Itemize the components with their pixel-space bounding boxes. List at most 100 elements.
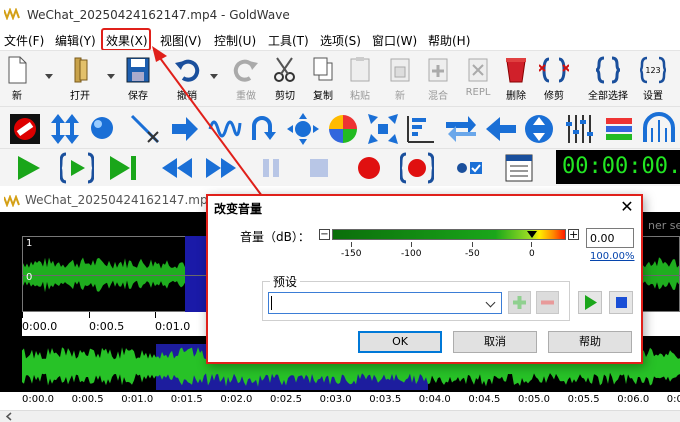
y-label-top: 1 bbox=[26, 238, 33, 249]
undo-dropdown-icon[interactable] bbox=[210, 74, 218, 79]
copy-icon bbox=[313, 57, 333, 81]
overview-ruler-label: 0:04.5 bbox=[468, 394, 501, 405]
doppler-button[interactable] bbox=[326, 112, 360, 146]
trim-icon bbox=[539, 57, 569, 83]
overview-ruler[interactable]: 0:00.0 0:00.5 0:01.0 0:01.5 0:02.0 0:02.5 0:03… bbox=[0, 392, 680, 410]
overview-ruler-label: 0:02.0 bbox=[220, 394, 253, 405]
save-button[interactable]: 保存 bbox=[115, 53, 161, 105]
cancel-button[interactable]: 取消 bbox=[453, 331, 537, 353]
compressor-button[interactable] bbox=[286, 112, 320, 146]
expand-arrows-icon bbox=[368, 114, 398, 144]
play-icon bbox=[585, 295, 597, 310]
horizontal-scrollbar[interactable] bbox=[0, 410, 680, 422]
play-button[interactable] bbox=[12, 152, 46, 184]
equalizer-button[interactable] bbox=[404, 112, 438, 146]
menu-window[interactable]: 窗口(W) bbox=[372, 32, 417, 49]
loop-button[interactable] bbox=[246, 112, 280, 146]
new-dropdown-icon[interactable] bbox=[45, 74, 53, 79]
reverb-button[interactable] bbox=[642, 112, 676, 146]
text-cursor bbox=[271, 296, 272, 310]
fade-button[interactable] bbox=[522, 112, 556, 146]
open-button[interactable]: 打开 bbox=[57, 53, 103, 105]
set-button[interactable]: 123 设置 bbox=[630, 53, 676, 105]
preview-stop-button[interactable] bbox=[609, 291, 633, 314]
record-selection-button[interactable] bbox=[398, 152, 436, 184]
spectrum-bars-icon bbox=[606, 118, 632, 140]
reverse-button[interactable] bbox=[484, 112, 518, 146]
select-all-button[interactable]: 全部选择 bbox=[585, 53, 631, 105]
document-logo-icon bbox=[4, 195, 20, 207]
time-warp-button[interactable] bbox=[168, 112, 202, 146]
y-label-zero: 0 bbox=[26, 272, 33, 283]
scale-label: -100 bbox=[401, 249, 422, 259]
ok-button[interactable]: OK bbox=[358, 331, 442, 353]
overview-ruler-label: 0:05.0 bbox=[518, 394, 550, 405]
menu-tools[interactable]: 工具(T) bbox=[268, 32, 309, 49]
set-selection-icon: 123 bbox=[640, 56, 666, 84]
record-icon bbox=[358, 157, 380, 179]
pitch-button[interactable] bbox=[208, 112, 242, 146]
overview-ruler-label: 0:00.0 bbox=[22, 394, 54, 405]
monitor-button[interactable] bbox=[452, 152, 486, 184]
overview-ruler-label: 0:02.5 bbox=[270, 394, 302, 405]
window-title: WeChat_20250424162147.mp4 - GoldWave bbox=[27, 8, 290, 22]
ruler-tick-mark bbox=[155, 312, 156, 318]
menu-help[interactable]: 帮助(H) bbox=[428, 32, 470, 49]
fast-forward-button[interactable] bbox=[204, 152, 238, 184]
volume-increase-button[interactable]: + bbox=[568, 229, 579, 240]
scale-label: 0 bbox=[529, 249, 535, 259]
play-selection-button[interactable] bbox=[58, 152, 96, 184]
properties-button[interactable] bbox=[502, 152, 536, 184]
remove-preset-button[interactable] bbox=[536, 291, 559, 314]
scroll-left-icon[interactable] bbox=[3, 411, 15, 422]
volume-label: 音量（dB）： bbox=[240, 230, 310, 244]
new-button[interactable]: 新 bbox=[0, 53, 40, 105]
selection-highlight[interactable] bbox=[185, 236, 207, 312]
expand-button[interactable] bbox=[366, 112, 400, 146]
filter-button[interactable] bbox=[444, 112, 478, 146]
effects-toolbar bbox=[0, 106, 680, 148]
open-dropdown-icon[interactable] bbox=[107, 74, 115, 79]
menu-options[interactable]: 选项(S) bbox=[320, 32, 361, 49]
sphere-echo-icon bbox=[91, 117, 113, 139]
rewind-button[interactable] bbox=[160, 152, 194, 184]
volume-slider-thumb[interactable] bbox=[527, 231, 537, 238]
u-turn-arrow-icon bbox=[252, 116, 276, 140]
stop-effect-button[interactable] bbox=[8, 112, 42, 146]
volume-decrease-button[interactable]: − bbox=[319, 229, 330, 240]
menu-file[interactable]: 文件(F) bbox=[4, 32, 44, 49]
svg-text:123: 123 bbox=[645, 66, 660, 75]
volume-value-input[interactable] bbox=[586, 228, 634, 248]
trim-button[interactable]: 修剪 bbox=[531, 53, 577, 105]
stop-icon bbox=[310, 159, 328, 177]
pause-button[interactable] bbox=[254, 152, 288, 184]
ruler-tick-mark bbox=[22, 312, 23, 318]
mixer-button[interactable] bbox=[562, 112, 596, 146]
stop-button[interactable] bbox=[302, 152, 336, 184]
goldwave-logo-icon bbox=[4, 8, 20, 20]
swap-arrows-icon bbox=[446, 116, 476, 142]
echo-button[interactable] bbox=[86, 112, 120, 146]
add-preset-button[interactable] bbox=[508, 291, 531, 314]
record-button[interactable] bbox=[352, 152, 386, 184]
ruler-label: 0:01.0 bbox=[155, 320, 191, 333]
spectrum-button[interactable] bbox=[602, 112, 636, 146]
close-icon[interactable]: ✕ bbox=[618, 198, 636, 216]
auto-gain-button[interactable] bbox=[48, 112, 82, 146]
preview-play-button[interactable] bbox=[578, 291, 602, 314]
arrow-left-icon bbox=[486, 117, 516, 141]
menu-view[interactable]: 视图(V) bbox=[160, 32, 202, 49]
ruler-tick-mark bbox=[89, 312, 90, 318]
scale-tick bbox=[472, 242, 473, 247]
monitor-toggle-icon bbox=[457, 162, 482, 174]
paste-clipboard-icon bbox=[350, 57, 370, 82]
help-button[interactable]: 帮助 bbox=[548, 331, 632, 353]
volume-percent-link[interactable]: 100.00% bbox=[590, 251, 635, 262]
undo-button[interactable]: 撤销 bbox=[164, 53, 210, 105]
preset-dropdown[interactable] bbox=[268, 292, 502, 314]
invert-button[interactable] bbox=[128, 112, 162, 146]
menu-edit[interactable]: 编辑(Y) bbox=[55, 32, 96, 49]
menu-control[interactable]: 控制(U) bbox=[214, 32, 256, 49]
play-to-end-button[interactable] bbox=[106, 152, 140, 184]
scale-tick bbox=[411, 242, 412, 247]
